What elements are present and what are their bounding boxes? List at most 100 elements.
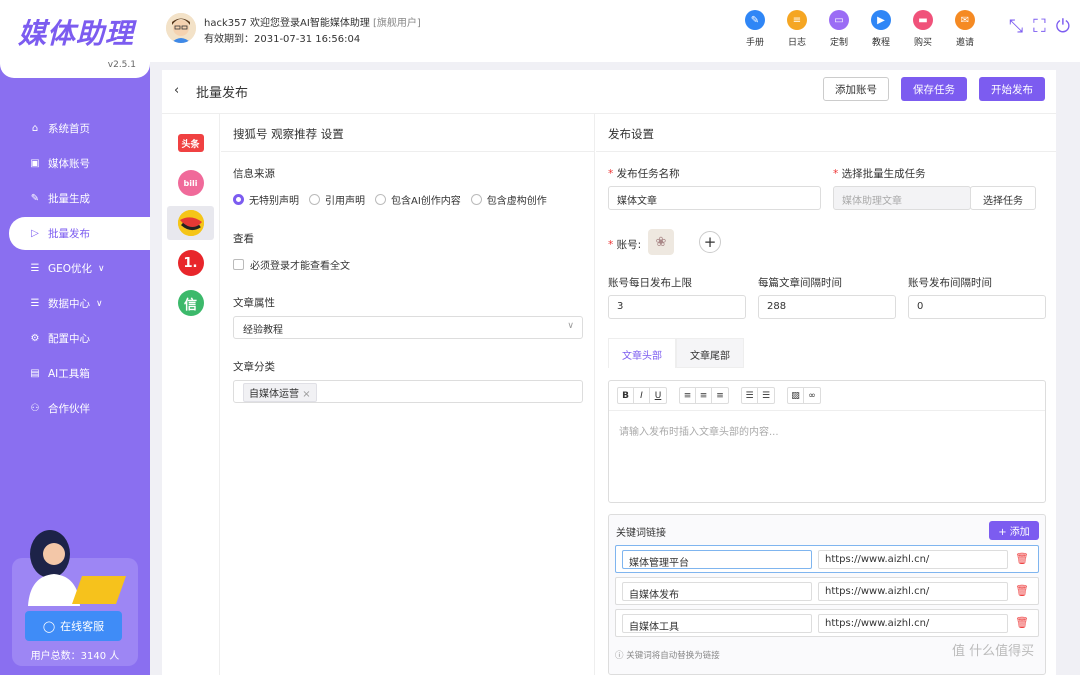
app-logo: 媒体助理 (18, 17, 135, 50)
shrink-icon[interactable]: ⤡ (1009, 16, 1023, 37)
account-avatar[interactable]: ❀ (648, 229, 674, 255)
source-options: 无特别声明 引用声明 包含AI创作内容 包含虚构创作 (233, 192, 547, 207)
task-name-label-text: 发布任务名称 (616, 168, 680, 180)
sidebar-item-media-accounts[interactable]: ▣ 媒体账号 (9, 147, 150, 180)
power-icon[interactable]: ⏻ (1056, 16, 1070, 37)
page-title: 批量发布 (196, 86, 249, 101)
avatar[interactable] (166, 13, 196, 43)
required-mark: * (608, 168, 617, 180)
attr-select[interactable]: 经验教程 ∨ (233, 316, 583, 339)
close-icon[interactable]: × (302, 389, 310, 400)
tool-label: 邀请 (955, 38, 974, 48)
bullet-list-icon[interactable]: ☰ (742, 388, 758, 403)
trash-icon[interactable]: 🗑 (1015, 584, 1029, 597)
underline-button[interactable]: U (650, 388, 666, 403)
tool-invite[interactable]: ✉ 邀请 (944, 10, 986, 48)
source-option-none[interactable]: 无特别声明 (233, 192, 299, 207)
radio-label: 无特别声明 (249, 196, 299, 207)
tool-purchase[interactable]: ▬ 购买 (902, 10, 944, 48)
fullscreen-exit-icon[interactable]: ⛶ (1033, 16, 1046, 37)
platform-bilibili[interactable]: bili (167, 166, 214, 200)
tool-customize[interactable]: ▭ 定制 (818, 10, 860, 48)
interval-input[interactable]: 288 (758, 295, 896, 319)
yidian-icon: 1. (177, 250, 204, 276)
italic-button[interactable]: I (634, 388, 650, 403)
start-publish-button[interactable]: 开始发布 (979, 77, 1045, 101)
edit-icon: ✎ (30, 193, 40, 204)
sidebar-item-batch-publish[interactable]: ▷ 批量发布 (9, 217, 150, 250)
keyword-input[interactable]: 自媒体工具 (622, 614, 812, 633)
keyword-input[interactable]: 自媒体发布 (622, 582, 812, 601)
avatar-icon (166, 13, 196, 43)
source-option-ai[interactable]: 包含AI创作内容 (375, 192, 461, 207)
tool-tutorial[interactable]: ▶ 教程 (860, 10, 902, 48)
platform-yidian[interactable]: 1. (167, 246, 214, 280)
tab-article-tail[interactable]: 文章尾部 (676, 338, 744, 368)
window-controls: ⤡ ⛶ ⏻ (1009, 16, 1070, 37)
radio-label: 包含虚构创作 (486, 196, 547, 207)
account-icon: ▣ (30, 158, 40, 169)
online-support-label: 在线客服 (60, 620, 105, 633)
sidebar-item-batch-generate[interactable]: ✎ 批量生成 (9, 182, 150, 215)
sidebar-item-config[interactable]: ⚙ 配置中心 (9, 322, 150, 355)
list-icon: ☰ (30, 263, 40, 274)
source-option-fiction[interactable]: 包含虚构创作 (470, 192, 547, 207)
add-account-icon[interactable]: + (699, 231, 721, 253)
tool-log[interactable]: ≡ 日志 (776, 10, 818, 48)
keyword-input[interactable]: 媒体管理平台 (622, 550, 812, 569)
sidebar-item-data-center[interactable]: ☰ 数据中心 ∨ (9, 287, 150, 320)
keyword-url-input[interactable]: https://www.aizhl.cn/ (818, 550, 1008, 569)
attr-value: 经验教程 (243, 325, 283, 336)
tool-manual[interactable]: ✎ 手册 (734, 10, 776, 48)
link-icon[interactable]: ∞ (804, 388, 820, 403)
tab-article-head[interactable]: 文章头部 (608, 338, 676, 368)
back-icon[interactable]: ‹ (174, 83, 179, 98)
login-required-checkbox[interactable]: 必须登录才能查看全文 (233, 257, 350, 272)
send-icon: ▷ (31, 228, 39, 239)
welcome-text: 欢迎您登录AI智能媒体助理 (250, 18, 370, 29)
sidebar-item-label: 数据中心 (48, 298, 90, 310)
daily-limit-input[interactable]: 3 (608, 295, 746, 319)
required-mark: * (833, 168, 842, 180)
user-count: 用户总数：3140 人 (30, 651, 120, 662)
keyword-url-input[interactable]: https://www.aizhl.cn/ (818, 614, 1008, 633)
sidebar-item-partners[interactable]: ⚇ 合作伙伴 (9, 392, 150, 425)
add-keyword-button[interactable]: + 添加 (989, 521, 1039, 540)
image-icon[interactable]: ▨ (788, 388, 804, 403)
format-group: B I U (617, 387, 667, 404)
sidebar-item-home[interactable]: ⌂ 系统首页 (9, 112, 150, 145)
sidebar-item-label: 合作伙伴 (48, 403, 90, 415)
save-task-button[interactable]: 保存任务 (901, 77, 967, 101)
category-select[interactable]: 自媒体运营 × (233, 380, 583, 403)
platform-sohu[interactable] (167, 206, 214, 240)
editor-placeholder[interactable]: 请输入发布时插入文章头部的内容... (609, 411, 1045, 450)
trash-icon[interactable]: 🗑 (1015, 616, 1029, 629)
main-card: ‹ 批量发布 添加账号 保存任务 开始发布 头条 bili 1. 信 搜狐号 观… (162, 70, 1056, 675)
customize-icon: ▭ (829, 10, 849, 30)
task-name-input[interactable]: 媒体文章 (608, 186, 821, 210)
keyword-url-input[interactable]: https://www.aizhl.cn/ (818, 582, 1008, 601)
online-support-button[interactable]: ◯ 在线客服 (25, 611, 122, 641)
platform-toutiao[interactable]: 头条 (167, 126, 214, 160)
keyword-links-title: 关键词链接 (616, 528, 666, 539)
align-right-icon[interactable]: ≡ (712, 388, 728, 403)
platform-xin[interactable]: 信 (167, 286, 214, 320)
align-center-icon[interactable]: ≡ (696, 388, 712, 403)
trash-icon[interactable]: 🗑 (1015, 552, 1029, 565)
ordered-list-icon[interactable]: ☰ (758, 388, 774, 403)
bold-button[interactable]: B (618, 388, 634, 403)
align-left-icon[interactable]: ≡ (680, 388, 696, 403)
username: hack357 (204, 18, 247, 29)
account-interval-input[interactable]: 0 (908, 295, 1046, 319)
daily-limit-label: 账号每日发布上限 (608, 277, 692, 289)
platform-settings-title: 搜狐号 观察推荐 设置 (221, 114, 594, 152)
sidebar-item-ai-toolbox[interactable]: ▤ AI工具箱 (9, 357, 150, 390)
add-account-button[interactable]: 添加账号 (823, 77, 889, 101)
expiry-date: 有效期到：2031-07-31 16:56:04 (204, 34, 361, 45)
select-task-button[interactable]: 选择任务 (970, 186, 1036, 210)
sidebar-item-geo[interactable]: ☰ GEO优化 ∨ (9, 252, 150, 285)
required-mark: * (608, 239, 617, 251)
account-interval-label: 账号发布间隔时间 (908, 277, 992, 289)
editor-toolbar: B I U ≡ ≡ ≡ ☰ ☰ ▨ ∞ (609, 381, 1045, 411)
source-option-quote[interactable]: 引用声明 (309, 192, 365, 207)
